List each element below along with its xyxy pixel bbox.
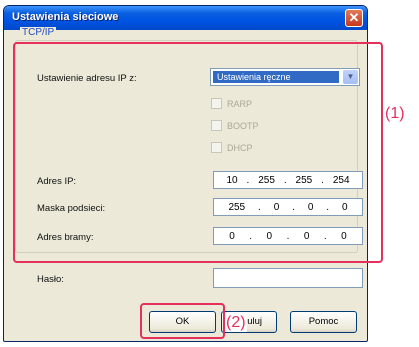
annotation-box-2 bbox=[140, 303, 225, 339]
annotation-label-2: (2) bbox=[225, 314, 247, 332]
password-field[interactable] bbox=[213, 268, 363, 288]
annotation-label-1: (1) bbox=[385, 105, 405, 122]
group-title: TCP/IP bbox=[20, 27, 57, 38]
dialog-title: Ustawienia sieciowe bbox=[12, 11, 119, 23]
password-label: Hasło: bbox=[37, 274, 64, 285]
annotation-box-1 bbox=[13, 42, 383, 263]
title-bar: Ustawienia sieciowe ✕ bbox=[4, 6, 367, 30]
help-button[interactable]: Pomoc bbox=[290, 311, 357, 333]
close-icon[interactable]: ✕ bbox=[345, 9, 363, 27]
